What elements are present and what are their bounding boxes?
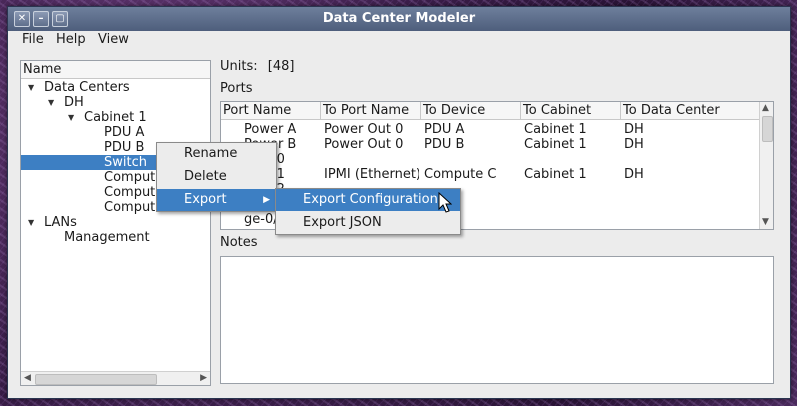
units-row: Units: [48] bbox=[220, 59, 294, 74]
column-header-to-device[interactable]: To Device bbox=[421, 102, 521, 120]
menu-bar: File Help View bbox=[8, 31, 790, 53]
column-header-to-cabinet[interactable]: To Cabinet bbox=[521, 102, 621, 120]
scrollbar-thumb[interactable] bbox=[35, 374, 157, 385]
expand-triangle-icon[interactable]: ▼ bbox=[28, 80, 34, 95]
table-cell[interactable]: PDU A bbox=[424, 122, 519, 137]
units-value: [48] bbox=[267, 59, 295, 74]
column-header-to-data-center[interactable]: To Data Center bbox=[621, 102, 760, 120]
scroll-left-icon[interactable]: ◀ bbox=[24, 372, 31, 385]
table-cell[interactable]: Power Out 0 bbox=[324, 137, 419, 152]
table-cell[interactable]: Cabinet 1 bbox=[524, 122, 619, 137]
menu-file[interactable]: File bbox=[22, 31, 44, 53]
table-cell[interactable]: Compute C bbox=[424, 167, 519, 182]
expand-triangle-icon[interactable]: ▼ bbox=[68, 110, 74, 125]
expand-triangle-icon[interactable]: ▼ bbox=[28, 215, 34, 230]
submenu-arrow-icon: ▶ bbox=[263, 195, 270, 205]
menu-help[interactable]: Help bbox=[56, 31, 86, 53]
table-cell[interactable]: PDU B bbox=[424, 137, 519, 152]
notes-textarea[interactable] bbox=[220, 256, 774, 384]
expand-triangle-icon[interactable]: ▼ bbox=[48, 95, 54, 110]
table-cell[interactable]: DH bbox=[624, 122, 719, 137]
table-cell[interactable]: DH bbox=[624, 167, 719, 182]
column-header-port-name[interactable]: Port Name bbox=[221, 102, 321, 120]
tree-horizontal-scrollbar[interactable]: ◀ ▶ bbox=[21, 371, 210, 385]
menu-item-export-configuration[interactable]: Export Configuration bbox=[276, 189, 460, 211]
units-label: Units: bbox=[220, 59, 258, 74]
scrollbar-thumb[interactable] bbox=[762, 116, 773, 142]
ports-label: Ports bbox=[220, 81, 253, 96]
table-cell[interactable]: Power A bbox=[244, 122, 319, 137]
tree-header-name[interactable]: Name bbox=[21, 61, 210, 79]
tree-node-lans[interactable]: ▼ LANs bbox=[21, 215, 210, 230]
ports-vertical-scrollbar[interactable]: ▲ ▼ bbox=[759, 102, 773, 229]
tree-node-data-centers[interactable]: ▼ Data Centers bbox=[21, 80, 210, 95]
scroll-right-icon[interactable]: ▶ bbox=[200, 372, 207, 385]
menu-item-rename[interactable]: Rename bbox=[157, 143, 276, 165]
table-cell[interactable]: Cabinet 1 bbox=[524, 137, 619, 152]
menu-view[interactable]: View bbox=[98, 31, 129, 53]
table-cell[interactable]: Cabinet 1 bbox=[524, 167, 619, 182]
tree-node-cabinet-1[interactable]: ▼ Cabinet 1 bbox=[21, 110, 210, 125]
title-bar[interactable]: ✕ – ▢ Data Center Modeler bbox=[8, 7, 790, 31]
export-submenu: Export Configuration Export JSON bbox=[275, 188, 461, 235]
tree-panel: Name ▼ Data Centers ▼ DH ▼ Cabinet 1 PDU… bbox=[20, 60, 211, 386]
tree-node-pdu-a[interactable]: PDU A bbox=[21, 125, 210, 140]
context-menu: Rename Delete Export ▶ bbox=[156, 142, 277, 212]
window-title: Data Center Modeler bbox=[322, 11, 476, 26]
scroll-up-icon[interactable]: ▲ bbox=[762, 102, 769, 115]
scroll-down-icon[interactable]: ▼ bbox=[762, 216, 769, 229]
column-header-to-port-name[interactable]: To Port Name bbox=[321, 102, 421, 120]
tree-node-dh[interactable]: ▼ DH bbox=[21, 95, 210, 110]
notes-label: Notes bbox=[220, 235, 258, 250]
table-cell[interactable]: Power Out 0 bbox=[324, 122, 419, 137]
table-cell[interactable]: IPMI (Ethernet) bbox=[324, 167, 419, 182]
tree-node-management[interactable]: Management bbox=[21, 230, 210, 245]
mouse-cursor-icon bbox=[438, 192, 452, 213]
menu-item-delete[interactable]: Delete bbox=[157, 166, 276, 188]
menu-item-export-json[interactable]: Export JSON bbox=[276, 212, 460, 234]
menu-item-export[interactable]: Export ▶ bbox=[157, 189, 276, 211]
table-cell[interactable]: DH bbox=[624, 137, 719, 152]
